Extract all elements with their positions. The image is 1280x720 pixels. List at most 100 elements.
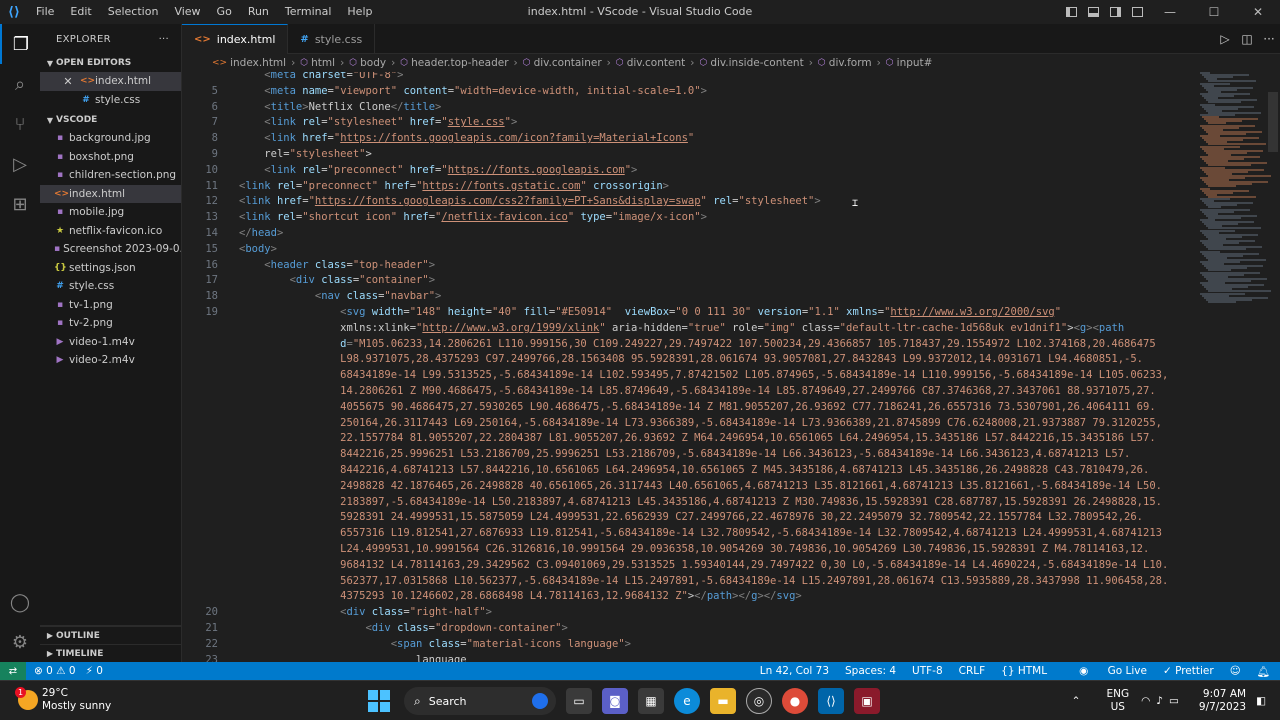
- code-text: 68434189e-14 L99.5313525,-5.68434189e-14…: [340, 369, 1169, 382]
- close-editor-icon[interactable]: ✕: [62, 75, 74, 88]
- notification-center-icon[interactable]: ◧: [1256, 695, 1266, 707]
- run-icon[interactable]: ▷: [1214, 32, 1236, 46]
- taskbar-search[interactable]: ⌕ Search: [404, 687, 556, 715]
- file-item[interactable]: ▪ children-section.png: [40, 166, 181, 185]
- file-label: style.css: [69, 280, 115, 293]
- file-item[interactable]: ▪ mobile.jpg: [40, 203, 181, 222]
- more-actions-icon[interactable]: ···: [1258, 32, 1280, 46]
- outline-section[interactable]: ▶ OUTLINE: [40, 626, 181, 644]
- toggle-secondary-sidebar-icon[interactable]: [1104, 0, 1126, 24]
- code-text: <link rel="preconnect" href="https://fon…: [264, 163, 638, 176]
- menu-item-selection[interactable]: Selection: [100, 0, 167, 24]
- clock[interactable]: 9:07 AM 9/7/2023: [1199, 688, 1246, 714]
- source-control-icon[interactable]: ⑂: [0, 104, 40, 144]
- maximize-button[interactable]: ☐: [1192, 0, 1236, 24]
- tab-index-html[interactable]: <> index.html: [182, 24, 289, 54]
- open-editor-item[interactable]: ✕ # style.css: [40, 91, 181, 110]
- file-item[interactable]: <> index.html: [40, 184, 181, 203]
- encoding[interactable]: UTF-8: [912, 665, 943, 677]
- menu-item-go[interactable]: Go: [209, 0, 240, 24]
- line-number: 5: [211, 84, 218, 97]
- breadcrumb-label: index.html: [230, 57, 287, 69]
- vertical-scrollbar[interactable]: [1266, 72, 1280, 662]
- toggle-panel-icon[interactable]: [1082, 0, 1104, 24]
- file-item[interactable]: {} settings.json: [40, 259, 181, 278]
- network-volume-battery-icons[interactable]: ◠♪▭: [1141, 695, 1185, 707]
- breadcrumb-item[interactable]: ⬡ div.container: [523, 57, 602, 69]
- file-item[interactable]: ▶ video-1.m4v: [40, 333, 181, 352]
- menu-item-edit[interactable]: Edit: [62, 0, 99, 24]
- menu-bar: File Edit Selection View Go Run Terminal Help: [28, 0, 380, 24]
- extensions-icon[interactable]: ⊞: [0, 184, 40, 224]
- task-view-icon[interactable]: ▭: [566, 688, 592, 714]
- scrollbar-thumb[interactable]: [1268, 92, 1278, 152]
- folder-section[interactable]: ▼ VSCODE: [40, 111, 181, 129]
- notifications-icon[interactable]: 🔔︎: [1257, 665, 1270, 678]
- vscode-taskbar-icon[interactable]: ⟨⟩: [818, 688, 844, 714]
- chevron-up-icon[interactable]: ⌃: [1072, 695, 1081, 707]
- run-debug-icon[interactable]: ▷: [0, 144, 40, 184]
- file-item[interactable]: ▪ Screenshot 2023-09-0...: [40, 240, 181, 259]
- store-icon[interactable]: ▦: [638, 688, 664, 714]
- menu-item-view[interactable]: View: [166, 0, 208, 24]
- breadcrumb-item[interactable]: ⬡ html: [300, 57, 335, 69]
- go-live-button[interactable]: ◉ Go Live: [1063, 665, 1147, 677]
- timeline-section[interactable]: ▶ TIMELINE: [40, 644, 181, 662]
- menu-item-file[interactable]: File: [28, 0, 62, 24]
- problems-indicator[interactable]: ⊗ 0 ⚠ 0: [34, 665, 76, 677]
- cursor-position[interactable]: Ln 42, Col 73: [760, 665, 829, 677]
- ports-indicator[interactable]: ⚡ 0: [86, 665, 103, 677]
- toggle-sidebar-icon[interactable]: [1060, 0, 1082, 24]
- breadcrumb-item[interactable]: <> index.html: [212, 57, 286, 69]
- line-number: 12: [205, 195, 218, 208]
- remote-indicator-icon[interactable]: ⇄: [0, 662, 26, 680]
- edge-icon[interactable]: e: [674, 688, 700, 714]
- weather-widget[interactable]: 1 29°C Mostly sunny: [15, 687, 111, 713]
- dell-icon[interactable]: ◎: [746, 688, 772, 714]
- minimize-button[interactable]: —: [1148, 0, 1192, 24]
- breadcrumb-item[interactable]: ⬡ div.inside-content: [699, 57, 803, 69]
- feedback-icon[interactable]: ☺: [1230, 665, 1241, 677]
- open-editors-section[interactable]: ▼ OPEN EDITORS: [40, 54, 181, 72]
- search-icon[interactable]: ⌕: [0, 64, 40, 104]
- explorer-icon[interactable]: ❐: [0, 24, 40, 64]
- breadcrumb-item[interactable]: ⬡ div.form: [818, 57, 872, 69]
- menu-item-run[interactable]: Run: [240, 0, 277, 24]
- file-label: settings.json: [69, 261, 136, 274]
- indentation[interactable]: Spaces: 4: [845, 665, 896, 677]
- file-item[interactable]: ▪ boxshot.png: [40, 148, 181, 167]
- file-item[interactable]: ★ netflix-favicon.ico: [40, 222, 181, 241]
- language-mode[interactable]: {} HTML: [1001, 665, 1047, 677]
- menu-item-help[interactable]: Help: [339, 0, 380, 24]
- teams-icon[interactable]: ◙: [602, 688, 628, 714]
- code-editor[interactable]: <meta charset="UTF-8"> 5 <meta name="view…: [182, 72, 1280, 662]
- minimap[interactable]: [1196, 72, 1271, 312]
- end-of-line[interactable]: CRLF: [959, 665, 986, 677]
- file-item[interactable]: # style.css: [40, 277, 181, 296]
- breadcrumb-item[interactable]: ⬡ div.content: [616, 57, 685, 69]
- breadcrumb-item[interactable]: ⬡ header.top-header: [400, 57, 508, 69]
- breadcrumb-item[interactable]: ⬡ input#: [886, 57, 933, 69]
- prettier-button[interactable]: ✓ Prettier: [1163, 665, 1214, 677]
- menu-item-terminal[interactable]: Terminal: [277, 0, 340, 24]
- customize-layout-icon[interactable]: [1126, 0, 1148, 24]
- more-actions-icon[interactable]: ···: [159, 34, 169, 45]
- breadcrumb-item[interactable]: ⬡ body: [349, 57, 386, 69]
- file-item[interactable]: ▶ video-2.m4v: [40, 351, 181, 370]
- file-item[interactable]: ▪ tv-1.png: [40, 296, 181, 315]
- image-icon: ▪: [54, 244, 61, 255]
- start-button[interactable]: [368, 690, 390, 712]
- tab-label: style.css: [314, 32, 363, 46]
- settings-gear-icon[interactable]: ⚙: [0, 622, 40, 662]
- close-window-button[interactable]: ✕: [1236, 0, 1280, 24]
- chrome-icon[interactable]: ●: [782, 688, 808, 714]
- file-item[interactable]: ▪ background.jpg: [40, 129, 181, 148]
- recorder-icon[interactable]: ▣: [854, 688, 880, 714]
- input-language[interactable]: ENG US: [1106, 688, 1129, 714]
- open-editor-item[interactable]: ✕ <> index.html: [40, 72, 181, 91]
- file-item[interactable]: ▪ tv-2.png: [40, 314, 181, 333]
- tab-style-css[interactable]: # style.css: [288, 24, 376, 54]
- account-icon[interactable]: ◯: [0, 582, 40, 622]
- file-explorer-icon[interactable]: ▬: [710, 688, 736, 714]
- split-editor-icon[interactable]: ◫: [1236, 32, 1258, 46]
